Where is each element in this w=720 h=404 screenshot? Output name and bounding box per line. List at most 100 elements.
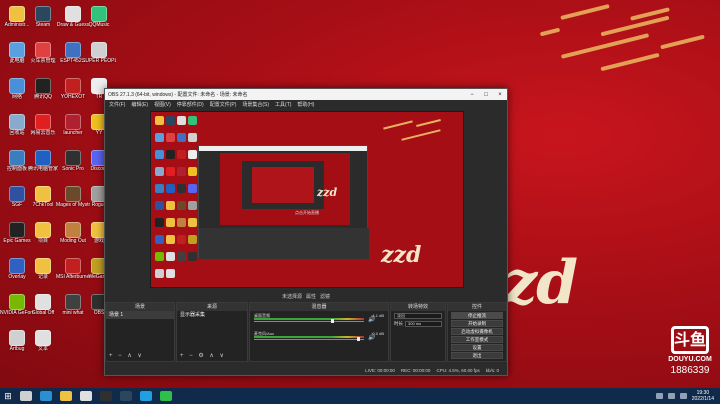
network-icon[interactable] [655,393,663,399]
preview-app-icon [166,150,175,159]
desktop-icon[interactable]: 文本 [26,330,60,352]
properties-button[interactable]: 属性 [306,293,316,300]
preview-app-icon [155,201,164,210]
steam-icon[interactable] [120,391,132,401]
preview-app-icon [188,167,197,176]
clock-date: 2022/1/14 [691,396,714,402]
virtual-camera-button[interactable]: 启动虚拟摄像机 [451,328,503,335]
desktop-icon-label: QQMusic [88,22,110,28]
cpu-fps: CPU: 4.5%, 60.00 fps [436,367,480,373]
preview-app-icon [166,184,175,193]
ime-icon[interactable] [679,393,687,399]
app-icon [35,42,51,58]
explorer-icon[interactable] [60,391,72,401]
clock[interactable]: 19:30 2022/1/14 [692,390,714,402]
maximize-button[interactable]: □ [479,92,493,98]
app-icon [9,258,25,274]
bg-stroke [560,4,610,20]
volume-slider[interactable] [254,321,364,322]
volume-icon[interactable] [667,393,675,399]
preview-app-icon [155,133,164,142]
volume-slider-knob[interactable] [357,337,360,341]
preview-app-icon [177,133,186,142]
app-icon [65,258,81,274]
settings-button[interactable]: 设置 [451,344,503,351]
wechat-icon[interactable] [160,391,172,401]
obs-menubar: 文件(F) 编辑(E) 视图(V) 停靠部件(D) 配置文件(P) 场景集合(S… [105,100,507,108]
search-icon[interactable] [20,391,32,401]
desktop-icon[interactable]: 火车票管理 [26,42,60,64]
exit-button[interactable]: 退出 [451,352,503,359]
preview-stroke [383,120,413,130]
desktop-icon[interactable]: Steam [26,6,60,28]
nested-label: 点击开始直播 [295,210,319,215]
obs-icon[interactable] [100,391,112,401]
app-icon [9,78,25,94]
mixer-track-desktop: 桌面音频 -4.1 dB 🔊 [254,313,384,323]
speaker-icon[interactable]: 🔊 [368,316,375,323]
app-icon [9,186,25,202]
preview-app-icon [155,269,164,278]
stop-streaming-button[interactable]: 停止推流 [451,312,503,319]
douyu-watermark: 斗鱼 DOUYU.COM 1886339 [662,326,718,376]
desktop-icon[interactable]: 记录 [26,258,60,280]
desktop-icon[interactable]: 腾讯电脑管家 [26,150,60,172]
douyu-logo: 斗鱼 [671,326,709,354]
preview-app-icon [155,150,164,159]
app-icon [35,150,51,166]
preview-app-icon [177,235,186,244]
minimize-button[interactable]: − [465,92,479,98]
qq-icon[interactable] [140,391,152,401]
menu-edit[interactable]: 编辑(E) [131,101,148,108]
duration-input[interactable]: 300 ms [405,321,442,327]
app-icon [9,42,25,58]
chrome-icon[interactable] [80,391,92,401]
menu-scene-collection[interactable]: 场景集合(S) [242,101,269,108]
source-item[interactable]: 显示器采集 [177,311,247,319]
app-icon [35,6,51,22]
menu-file[interactable]: 文件(F) [109,101,125,108]
studio-mode-button[interactable]: 工作室模式 [451,336,503,343]
edge-icon[interactable] [40,391,52,401]
desktop-icon[interactable]: 7ChkTool [26,186,60,208]
live-time: LIVE: 00:00:00 [365,367,395,373]
preview-app-icon [155,218,164,227]
menu-help[interactable]: 帮助(H) [297,101,314,108]
filters-button[interactable]: 滤镜 [320,293,330,300]
menu-profile[interactable]: 配置文件(P) [210,101,237,108]
desktop-icon[interactable]: 腾讯QQ [26,78,60,100]
desktop-icon[interactable]: 项目 [26,222,60,244]
desktop: zzd Administr... Steam Draw & Guess QQMusic… [0,0,720,388]
start-button[interactable]: ⊞ [0,391,16,402]
volume-slider[interactable] [254,339,364,340]
rec-time: REC: 00:00:00 [400,367,431,373]
menu-view[interactable]: 视图(V) [154,101,171,108]
menu-docks[interactable]: 停靠部件(D) [177,101,204,108]
sources-dock: 来源 显示器采集 + − ⚙ ∧ ∨ [176,302,248,362]
app-icon [35,114,51,130]
desktop-icon[interactable]: Global Off [26,294,60,316]
app-icon [65,150,81,166]
app-icon [9,6,25,22]
menu-tools[interactable]: 工具(T) [275,101,291,108]
desktop-icon[interactable]: SUPER PEOPLE [82,42,116,64]
scenes-toolbar[interactable]: + − ∧ ∨ [106,352,174,361]
preview-app-icon [188,116,197,125]
sources-toolbar[interactable]: + − ⚙ ∧ ∨ [177,352,247,361]
mixer-dock: 混音器 桌面音频 -4.1 dB 🔊 麦克风/Aux 0.0 dB 🔊 [249,302,389,362]
desktop-icon-label: Steam [35,22,51,28]
obs-titlebar[interactable]: OBS 27.1.3 (64-bit, windows) - 配置文件: 未命名… [105,89,507,100]
preview-app-icon [188,252,197,261]
taskbar-apps [16,391,176,401]
bg-stroke [600,52,660,72]
desktop-icon[interactable]: QQMusic [82,6,116,28]
desktop-icon[interactable]: 网易云音乐 [26,114,60,136]
start-recording-button[interactable]: 开始录制 [451,320,503,327]
speaker-icon[interactable]: 🔊 [368,334,375,341]
obs-preview[interactable]: zzd zzd 点击开始直播 [150,111,464,288]
volume-slider-knob[interactable] [331,319,334,323]
close-button[interactable]: × [493,92,507,98]
scene-item[interactable]: 场景 1 [106,311,174,319]
transition-select[interactable]: 淡出 [394,313,442,319]
preview-app-icon [177,116,186,125]
